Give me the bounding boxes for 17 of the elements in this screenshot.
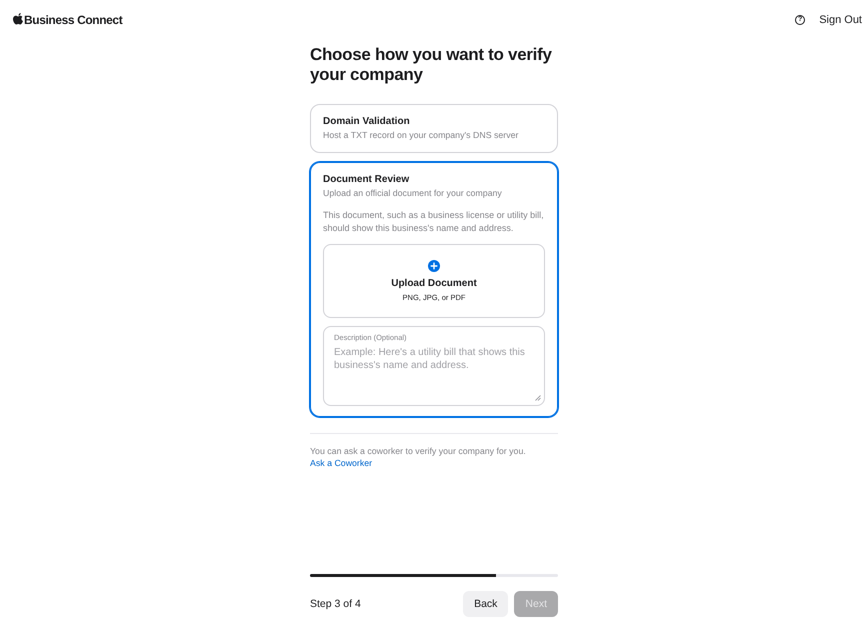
resize-handle-icon[interactable]	[535, 395, 541, 401]
option-card[interactable]	[310, 162, 558, 417]
brand-name: Business Connect	[24, 13, 122, 27]
sign-out-button[interactable]: Sign Out	[819, 14, 862, 26]
ask-coworker-link[interactable]: Ask a Coworker	[310, 457, 372, 469]
plus-icon	[428, 260, 440, 272]
step-indicator: Step 3 of 4	[310, 598, 361, 610]
option-subtitle: Upload an official document for your company	[323, 187, 503, 200]
option-title: Document Review	[323, 173, 410, 187]
coworker-note: You can ask a coworker to verify your company for you.	[310, 445, 527, 457]
option-card[interactable]: Domain Validation Host a TXT record on your company's DNS server	[310, 104, 558, 153]
option-subtitle: Host a TXT record on your company's DNS server	[323, 129, 520, 142]
option-note: This document, such as a business license or utility bill, should show this business's name and address.	[323, 209, 545, 235]
option-title: Domain Validation	[323, 115, 411, 129]
nav-button[interactable]: Back	[463, 591, 508, 617]
apple-icon	[13, 13, 23, 25]
page-title: Choose how you want to verify your company	[310, 45, 553, 85]
